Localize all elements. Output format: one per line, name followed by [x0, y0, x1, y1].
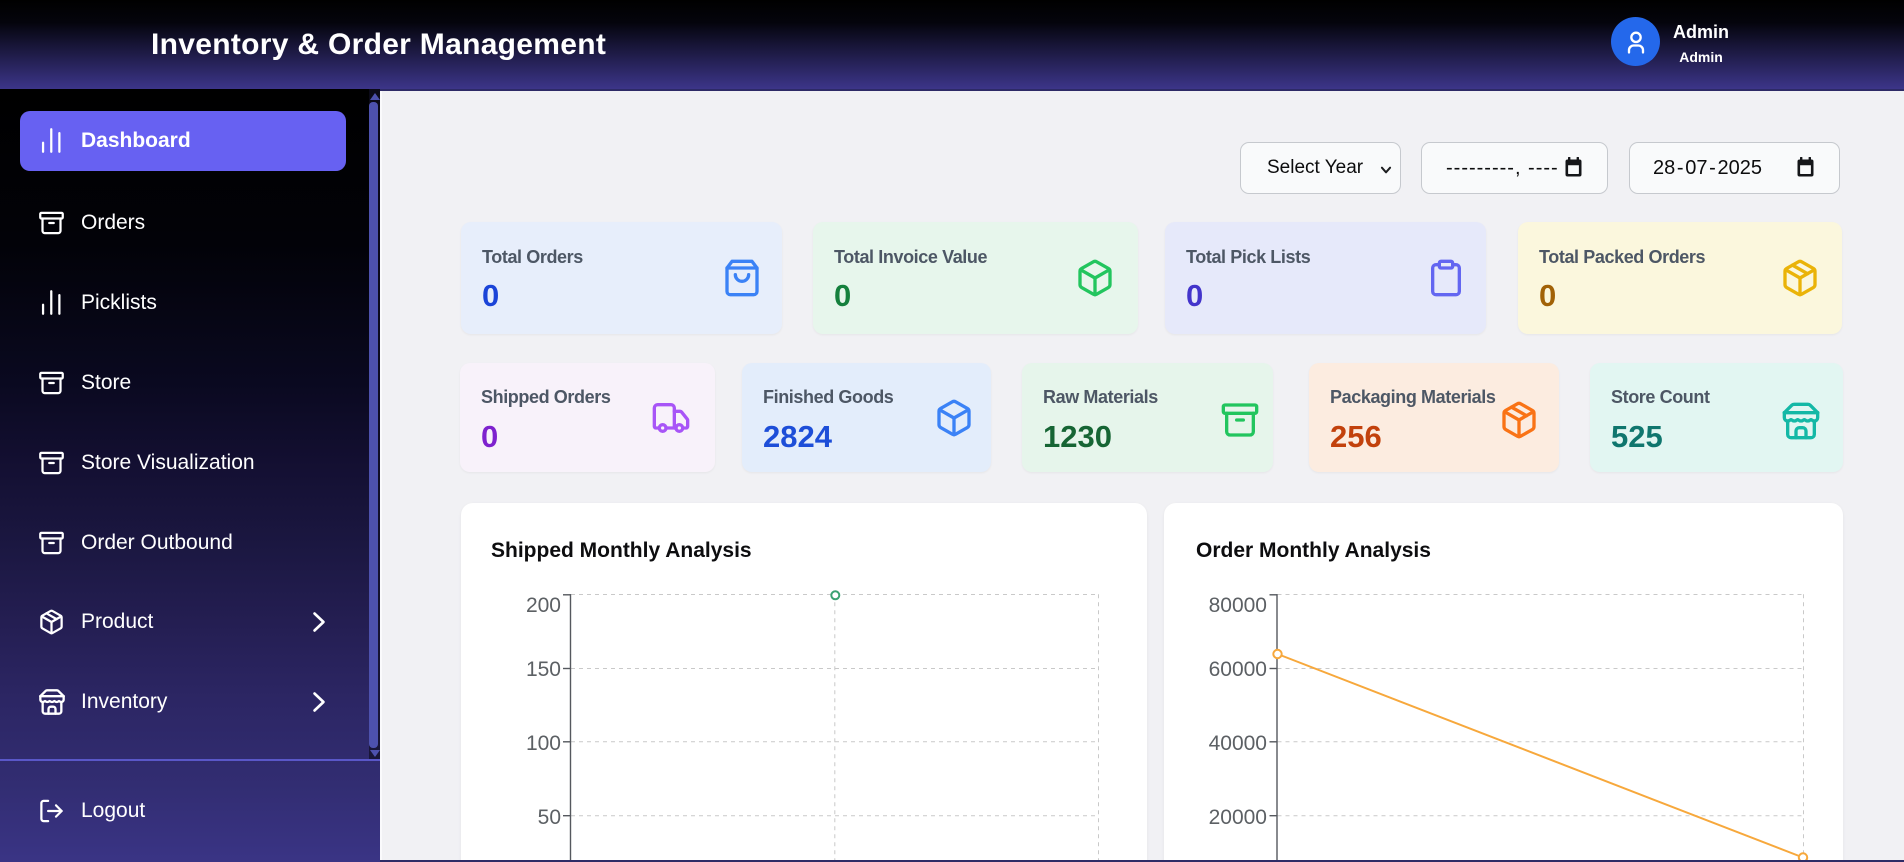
svg-text:150: 150	[526, 658, 561, 681]
svg-text:200: 200	[526, 594, 561, 617]
svg-text:40000: 40000	[1209, 732, 1267, 755]
svg-text:60000: 60000	[1209, 658, 1267, 681]
svg-text:20000: 20000	[1209, 806, 1267, 829]
svg-text:80000: 80000	[1209, 594, 1267, 617]
svg-text:100: 100	[526, 732, 561, 755]
svg-text:50: 50	[538, 806, 561, 829]
